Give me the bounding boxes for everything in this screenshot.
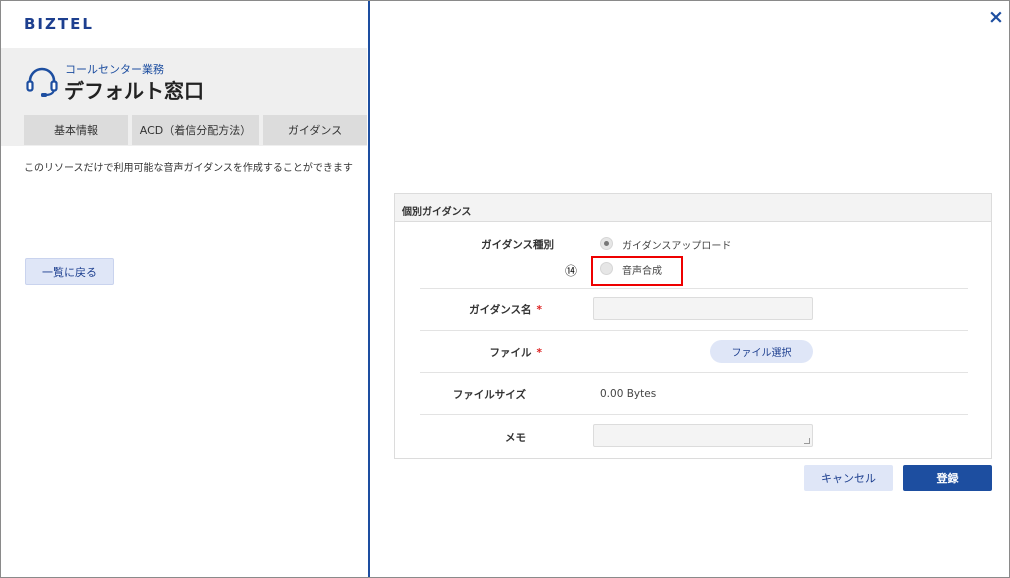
- section-title: 個別ガイダンス: [402, 207, 472, 218]
- headset-icon: [26, 67, 58, 97]
- row-divider: [420, 372, 968, 373]
- guidance-type-label-text: ガイダンス種別: [481, 239, 554, 251]
- biztel-logo: BIZTEL: [24, 15, 94, 33]
- resource-header: コールセンター業務 デフォルト窓口: [1, 48, 367, 114]
- row-divider: [420, 330, 968, 331]
- file-label-text: ファイル: [489, 347, 532, 359]
- panel-header: 個別ガイダンス: [395, 194, 991, 222]
- cancel-button[interactable]: キャンセル: [804, 465, 893, 491]
- annotation-marker: ⑭: [565, 264, 578, 278]
- back-to-list-button[interactable]: 一覧に戻る: [25, 258, 114, 285]
- radio-speech-synthesis-label: 音声合成: [622, 266, 662, 277]
- left-panel: BIZTEL コールセンター業務 デフォルト窓口 基本情報 ACD（着信分配方法…: [1, 1, 368, 577]
- required-mark: *: [536, 347, 543, 359]
- guidance-name-label: ガイダンス名 *: [392, 302, 542, 317]
- guidance-form-panel: 個別ガイダンス ガイダンス種別 ガイダンスアップロード ⑭ 音声合成 ガイダンス…: [394, 193, 992, 459]
- memo-textarea[interactable]: [593, 424, 813, 447]
- guidance-name-input[interactable]: [593, 297, 813, 320]
- file-select-button[interactable]: ファイル選択: [710, 340, 813, 363]
- file-size-label-text: ファイルサイズ: [452, 389, 526, 401]
- radio-upload-label: ガイダンスアップロード: [622, 241, 732, 252]
- resize-handle-icon[interactable]: [804, 438, 810, 444]
- radio-speech-synthesis[interactable]: [600, 262, 613, 275]
- guidance-description: このリソースだけで利用可能な音声ガイダンスを作成することができます: [24, 163, 353, 174]
- tab-guidance[interactable]: ガイダンス: [263, 115, 367, 145]
- page-title: デフォルト窓口: [64, 79, 204, 103]
- memo-label-text: メモ: [505, 432, 526, 444]
- panel-divider: [368, 1, 370, 577]
- file-size-value: 0.00 Bytes: [600, 388, 657, 400]
- row-divider: [420, 288, 968, 289]
- tab-basic-info[interactable]: 基本情報: [24, 115, 128, 145]
- guidance-type-label: ガイダンス種別: [404, 237, 554, 252]
- tab-bar: 基本情報 ACD（着信分配方法） ガイダンス: [1, 114, 367, 146]
- memo-label: メモ: [376, 430, 526, 445]
- row-divider: [420, 414, 968, 415]
- required-mark: *: [536, 304, 543, 316]
- file-size-label: ファイルサイズ: [376, 387, 526, 402]
- submit-button[interactable]: 登録: [903, 465, 992, 491]
- file-label: ファイル *: [392, 345, 543, 360]
- tab-acd[interactable]: ACD（着信分配方法）: [132, 115, 259, 145]
- guidance-name-label-text: ガイダンス名: [469, 304, 532, 316]
- close-icon[interactable]: ×: [987, 8, 1005, 27]
- radio-upload[interactable]: [600, 237, 613, 250]
